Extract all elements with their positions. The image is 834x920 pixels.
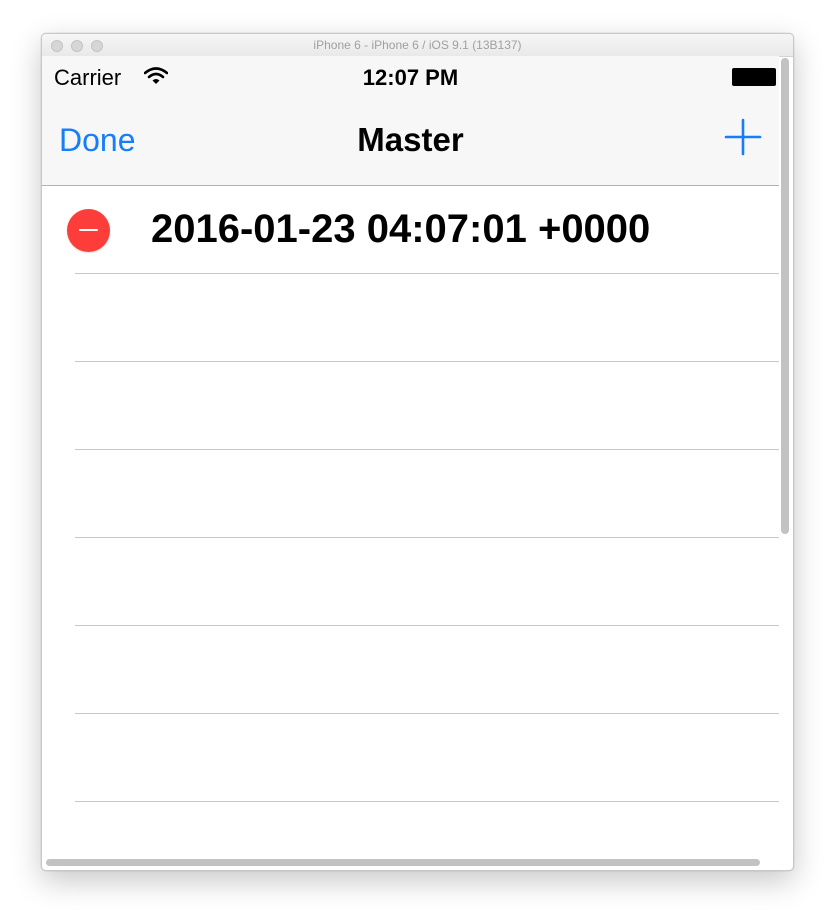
battery-icon: [732, 68, 776, 86]
page-title: Master: [357, 121, 464, 158]
table-row-empty: [42, 450, 779, 538]
window-title: iPhone 6 - iPhone 6 / iOS 9.1 (13B137): [313, 38, 522, 52]
horizontal-scrollbar[interactable]: [46, 859, 760, 866]
table-row-empty: [42, 626, 779, 714]
navigation-area: Carrier 12:07 PM Done Master: [42, 56, 779, 186]
table-row-empty: [42, 274, 779, 362]
table-row-empty: [42, 538, 779, 626]
device-screen: Carrier 12:07 PM Done Master 2016-01-23 …: [42, 56, 779, 870]
row-label: 2016-01-23 04:07:01 +0000: [151, 207, 651, 251]
table-row-empty: [42, 362, 779, 450]
table-row-empty: [42, 714, 779, 802]
status-time: 12:07 PM: [362, 65, 459, 90]
table-row[interactable]: 2016-01-23 04:07:01 +0000: [42, 186, 779, 274]
row-separator: [75, 801, 779, 802]
vertical-scrollbar[interactable]: [781, 58, 789, 534]
plus-icon[interactable]: [724, 118, 762, 156]
delete-minus-icon[interactable]: [67, 209, 110, 252]
window-titlebar: iPhone 6 - iPhone 6 / iOS 9.1 (13B137): [42, 34, 793, 57]
simulator-window: iPhone 6 - iPhone 6 / iOS 9.1 (13B137) C…: [41, 33, 794, 871]
